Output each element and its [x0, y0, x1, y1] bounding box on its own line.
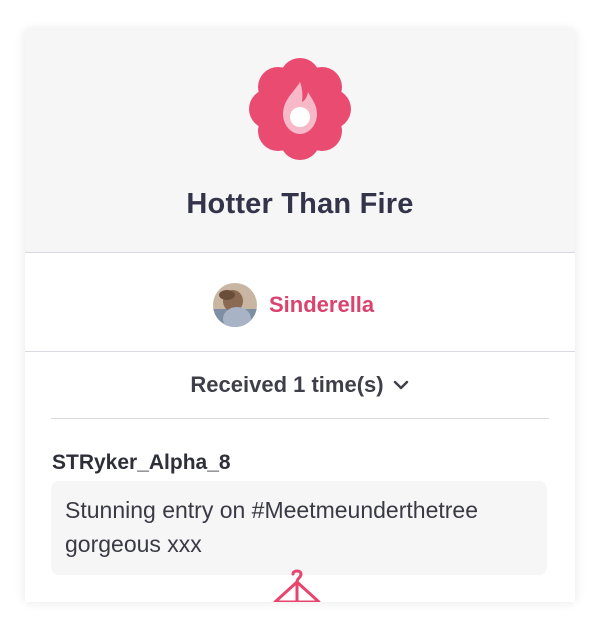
comment-box: Stunning entry on #Meetmeunderthetree go…	[51, 481, 547, 575]
comment-author[interactable]: STRyker_Alpha_8	[52, 451, 231, 475]
received-toggle-button[interactable]: Received 1 time(s)	[51, 352, 549, 418]
award-header: Hotter Than Fire	[25, 30, 575, 253]
hanger-logo-icon	[273, 569, 321, 602]
award-card: Hotter Than Fire Sinderella Received 1 t…	[25, 30, 575, 602]
giver-profile-link[interactable]: Sinderella	[213, 283, 374, 327]
received-section: Received 1 time(s)	[51, 352, 549, 419]
comment-text: Stunning entry on #Meetmeunderthetree go…	[65, 497, 478, 557]
giver-name[interactable]: Sinderella	[269, 292, 374, 318]
user-avatar[interactable]	[213, 283, 257, 327]
giver-row: Sinderella	[25, 253, 575, 352]
received-count-label: Received 1 time(s)	[190, 372, 384, 397]
watermark-text: allthingsworn	[323, 570, 575, 602]
flame-badge-icon	[249, 58, 351, 160]
award-title: Hotter Than Fire	[186, 188, 414, 220]
chevron-down-icon	[393, 380, 408, 390]
